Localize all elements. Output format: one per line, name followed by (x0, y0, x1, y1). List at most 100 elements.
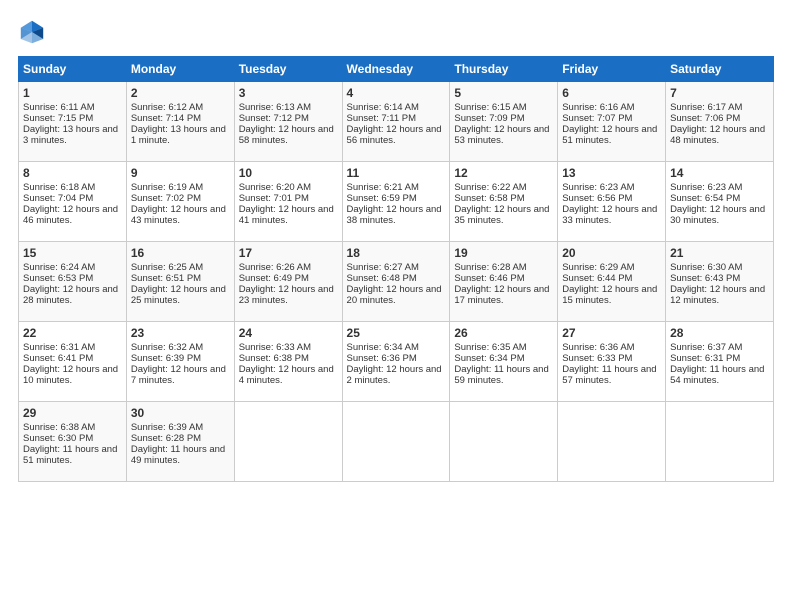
sunrise: Sunrise: 6:32 AM (131, 342, 203, 353)
daylight: Daylight: 12 hours and 33 minutes. (562, 204, 657, 226)
sunset: Sunset: 6:48 PM (347, 273, 417, 284)
sunset: Sunset: 6:43 PM (670, 273, 740, 284)
day-number: 1 (23, 86, 122, 100)
sunrise: Sunrise: 6:39 AM (131, 422, 203, 433)
day-number: 4 (347, 86, 446, 100)
calendar-cell: 18Sunrise: 6:27 AMSunset: 6:48 PMDayligh… (342, 242, 450, 322)
daylight: Daylight: 12 hours and 48 minutes. (670, 124, 765, 146)
daylight: Daylight: 11 hours and 54 minutes. (670, 364, 764, 386)
sunrise: Sunrise: 6:14 AM (347, 102, 419, 113)
sunset: Sunset: 6:28 PM (131, 433, 201, 444)
sunset: Sunset: 6:53 PM (23, 273, 93, 284)
daylight: Daylight: 11 hours and 49 minutes. (131, 444, 225, 466)
day-number: 10 (239, 166, 338, 180)
calendar-cell: 28Sunrise: 6:37 AMSunset: 6:31 PMDayligh… (666, 322, 774, 402)
sunset: Sunset: 7:04 PM (23, 193, 93, 204)
day-number: 3 (239, 86, 338, 100)
daylight: Daylight: 11 hours and 57 minutes. (562, 364, 656, 386)
day-number: 17 (239, 246, 338, 260)
day-number: 27 (562, 326, 661, 340)
sunset: Sunset: 6:30 PM (23, 433, 93, 444)
calendar-cell: 6Sunrise: 6:16 AMSunset: 7:07 PMDaylight… (558, 82, 666, 162)
day-number: 18 (347, 246, 446, 260)
sunrise: Sunrise: 6:11 AM (23, 102, 95, 113)
day-number: 8 (23, 166, 122, 180)
calendar-cell (342, 402, 450, 482)
daylight: Daylight: 12 hours and 23 minutes. (239, 284, 334, 306)
sunset: Sunset: 6:56 PM (562, 193, 632, 204)
sunset: Sunset: 6:54 PM (670, 193, 740, 204)
day-number: 22 (23, 326, 122, 340)
col-sunday: Sunday (19, 57, 127, 82)
sunset: Sunset: 7:02 PM (131, 193, 201, 204)
day-number: 14 (670, 166, 769, 180)
sunrise: Sunrise: 6:23 AM (670, 182, 742, 193)
sunrise: Sunrise: 6:35 AM (454, 342, 526, 353)
calendar-cell: 1Sunrise: 6:11 AMSunset: 7:15 PMDaylight… (19, 82, 127, 162)
calendar-cell: 16Sunrise: 6:25 AMSunset: 6:51 PMDayligh… (126, 242, 234, 322)
daylight: Daylight: 12 hours and 12 minutes. (670, 284, 765, 306)
day-number: 11 (347, 166, 446, 180)
sunrise: Sunrise: 6:34 AM (347, 342, 419, 353)
daylight: Daylight: 12 hours and 10 minutes. (23, 364, 118, 386)
sunrise: Sunrise: 6:33 AM (239, 342, 311, 353)
calendar-cell: 12Sunrise: 6:22 AMSunset: 6:58 PMDayligh… (450, 162, 558, 242)
day-number: 21 (670, 246, 769, 260)
sunrise: Sunrise: 6:21 AM (347, 182, 419, 193)
sunset: Sunset: 6:41 PM (23, 353, 93, 364)
col-tuesday: Tuesday (234, 57, 342, 82)
sunrise: Sunrise: 6:28 AM (454, 262, 526, 273)
day-number: 26 (454, 326, 553, 340)
sunset: Sunset: 7:06 PM (670, 113, 740, 124)
daylight: Daylight: 12 hours and 56 minutes. (347, 124, 442, 146)
sunrise: Sunrise: 6:20 AM (239, 182, 311, 193)
page: Sunday Monday Tuesday Wednesday Thursday… (0, 0, 792, 492)
sunset: Sunset: 7:11 PM (347, 113, 417, 124)
calendar-cell (450, 402, 558, 482)
sunrise: Sunrise: 6:31 AM (23, 342, 95, 353)
sunset: Sunset: 6:51 PM (131, 273, 201, 284)
sunset: Sunset: 6:33 PM (562, 353, 632, 364)
day-number: 30 (131, 406, 230, 420)
day-number: 19 (454, 246, 553, 260)
daylight: Daylight: 12 hours and 46 minutes. (23, 204, 118, 226)
daylight: Daylight: 13 hours and 1 minute. (131, 124, 226, 146)
daylight: Daylight: 12 hours and 25 minutes. (131, 284, 226, 306)
calendar-cell: 30 Sunrise: 6:39 AMSunset: 6:28 PMDayligh… (126, 402, 234, 482)
sunrise: Sunrise: 6:15 AM (454, 102, 526, 113)
calendar-week-2: 15Sunrise: 6:24 AMSunset: 6:53 PMDayligh… (19, 242, 774, 322)
sunrise: Sunrise: 6:29 AM (562, 262, 634, 273)
day-number: 6 (562, 86, 661, 100)
daylight: Daylight: 12 hours and 43 minutes. (131, 204, 226, 226)
sunset: Sunset: 6:58 PM (454, 193, 524, 204)
col-monday: Monday (126, 57, 234, 82)
sunrise: Sunrise: 6:13 AM (239, 102, 311, 113)
col-saturday: Saturday (666, 57, 774, 82)
sunrise: Sunrise: 6:36 AM (562, 342, 634, 353)
sunset: Sunset: 6:49 PM (239, 273, 309, 284)
day-number: 25 (347, 326, 446, 340)
calendar-cell: 2Sunrise: 6:12 AMSunset: 7:14 PMDaylight… (126, 82, 234, 162)
calendar-cell: 13 Sunrise: 6:23 AMSunset: 6:56 PMDayligh… (558, 162, 666, 242)
sunrise: Sunrise: 6:24 AM (23, 262, 95, 273)
sunset: Sunset: 6:39 PM (131, 353, 201, 364)
daylight: Daylight: 12 hours and 15 minutes. (562, 284, 657, 306)
day-number: 12 (454, 166, 553, 180)
calendar-cell: 25Sunrise: 6:34 AMSunset: 6:36 PMDayligh… (342, 322, 450, 402)
day-number: 9 (131, 166, 230, 180)
daylight: Daylight: 12 hours and 30 minutes. (670, 204, 765, 226)
calendar-cell: 24Sunrise: 6:33 AMSunset: 6:38 PMDayligh… (234, 322, 342, 402)
logo-icon (18, 18, 46, 46)
daylight: Daylight: 12 hours and 51 minutes. (562, 124, 657, 146)
calendar-cell: 21Sunrise: 6:30 AMSunset: 6:43 PMDayligh… (666, 242, 774, 322)
calendar-cell: 11Sunrise: 6:21 AMSunset: 6:59 PMDayligh… (342, 162, 450, 242)
calendar-cell: 8Sunrise: 6:18 AMSunset: 7:04 PMDaylight… (19, 162, 127, 242)
daylight: Daylight: 12 hours and 53 minutes. (454, 124, 549, 146)
calendar-table: Sunday Monday Tuesday Wednesday Thursday… (18, 56, 774, 482)
calendar-cell: 15Sunrise: 6:24 AMSunset: 6:53 PMDayligh… (19, 242, 127, 322)
daylight: Daylight: 12 hours and 41 minutes. (239, 204, 334, 226)
day-number: 13 (562, 166, 661, 180)
daylight: Daylight: 12 hours and 38 minutes. (347, 204, 442, 226)
sunrise: Sunrise: 6:23 AM (562, 182, 634, 193)
calendar-cell: 3Sunrise: 6:13 AMSunset: 7:12 PMDaylight… (234, 82, 342, 162)
